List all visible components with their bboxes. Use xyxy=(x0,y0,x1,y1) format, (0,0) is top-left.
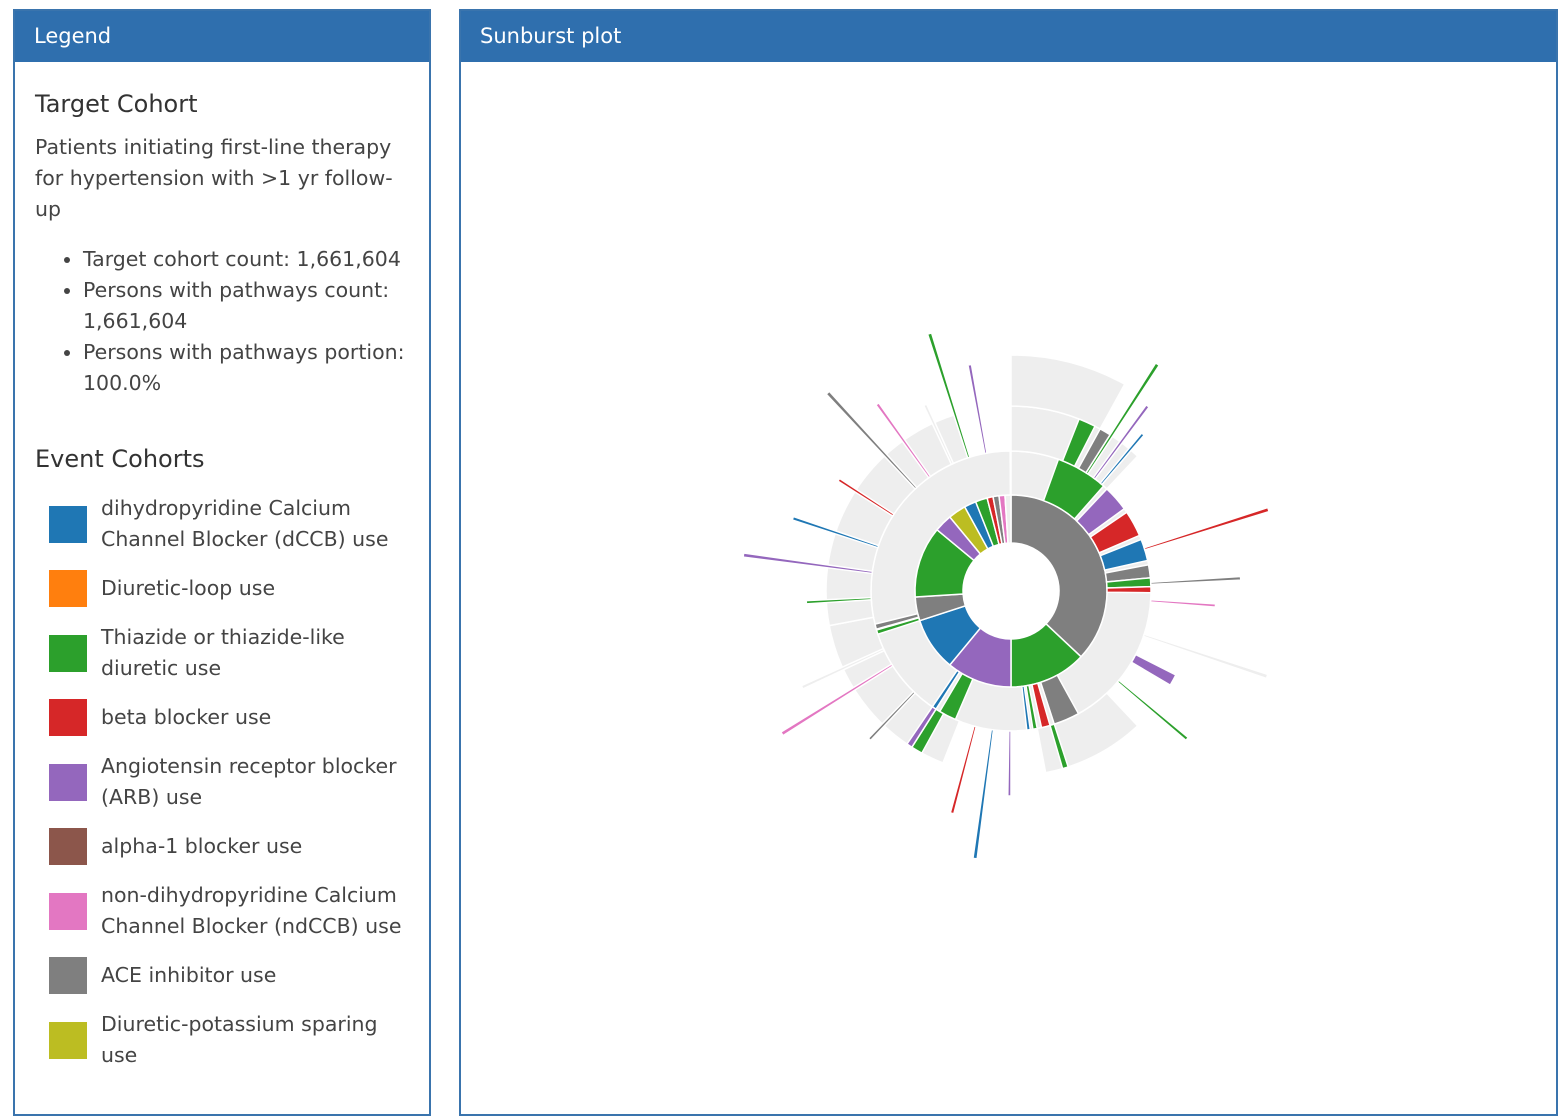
sunburst-middle-segment[interactable] xyxy=(1106,585,1152,594)
event-cohort-item: Angiotensin receptor blocker (ARB) use xyxy=(35,751,411,813)
event-cohort-label: Diuretic-loop use xyxy=(101,576,276,600)
event-cohort-label: Diuretic-potassium sparing use xyxy=(101,1012,378,1067)
color-swatch xyxy=(49,763,87,801)
sunburst-sliver[interactable] xyxy=(1149,575,1242,586)
sunburst-plot[interactable] xyxy=(461,62,1556,1112)
event-cohort-item: non-dihydropyridine Calcium Channel Bloc… xyxy=(35,880,411,942)
event-cohort-item: Diuretic-potassium sparing use xyxy=(35,1009,411,1071)
color-swatch xyxy=(49,892,87,930)
event-cohort-label: beta blocker use xyxy=(101,705,272,729)
target-cohort-title: Target Cohort xyxy=(35,90,198,118)
sunburst-sliver[interactable] xyxy=(967,363,988,455)
event-cohort-item: ACE inhibitor use xyxy=(35,957,411,994)
sunburst-sliver[interactable] xyxy=(972,728,995,860)
legend-panel: Legend Target Cohort Patients initiating… xyxy=(13,9,431,1116)
color-swatch xyxy=(49,505,87,543)
color-swatch xyxy=(49,957,87,994)
legend-body: Target Cohort Patients initiating first-… xyxy=(15,62,429,1071)
stat-pathways-portion: Persons with pathways portion: 100.0% xyxy=(83,337,411,399)
sunburst-outer-segment[interactable] xyxy=(1130,653,1177,687)
event-cohort-item: beta blocker use xyxy=(35,699,411,736)
sunburst-sliver[interactable] xyxy=(1149,598,1217,608)
sunburst-panel-header: Sunburst plot xyxy=(461,11,1556,62)
color-swatch xyxy=(49,828,87,865)
stat-target-count: Target cohort count: 1,661,604 xyxy=(83,244,411,275)
event-cohort-item: dihydropyridine Calcium Channel Blocker … xyxy=(35,493,411,555)
sunburst-sliver[interactable] xyxy=(1007,730,1012,797)
color-swatch xyxy=(49,570,87,607)
color-swatch xyxy=(49,1021,87,1059)
event-cohort-label: Angiotensin receptor blocker (ARB) use xyxy=(101,754,397,809)
color-swatch xyxy=(49,699,87,736)
event-cohort-label: Thiazide or thiazide-like diuretic use xyxy=(101,625,345,680)
event-cohort-item: alpha-1 blocker use xyxy=(35,828,411,865)
event-cohort-item: Thiazide or thiazide-like diuretic use xyxy=(35,622,411,684)
event-cohort-label: non-dihydropyridine Calcium Channel Bloc… xyxy=(101,883,402,938)
sunburst-sliver[interactable] xyxy=(1143,506,1271,551)
color-swatch xyxy=(49,634,87,672)
target-cohort-stats: Target cohort count: 1,661,604 Persons w… xyxy=(35,244,411,399)
stat-pathways-count: Persons with pathways count: 1,661,604 xyxy=(83,275,411,337)
event-cohort-list: dihydropyridine Calcium Channel Blocker … xyxy=(35,493,411,1071)
event-cohort-item: Diuretic-loop use xyxy=(35,570,411,607)
sunburst-panel: Sunburst plot xyxy=(459,9,1558,1116)
event-cohort-label: dihydropyridine Calcium Channel Blocker … xyxy=(101,496,389,551)
legend-panel-header: Legend xyxy=(15,11,429,62)
event-cohort-label: ACE inhibitor use xyxy=(101,963,277,987)
event-cohorts-title: Event Cohorts xyxy=(35,445,205,473)
target-cohort-description: Patients initiating first-line therapy f… xyxy=(35,135,393,221)
event-cohort-label: alpha-1 blocker use xyxy=(101,834,303,858)
sunburst-sliver[interactable] xyxy=(949,725,978,815)
